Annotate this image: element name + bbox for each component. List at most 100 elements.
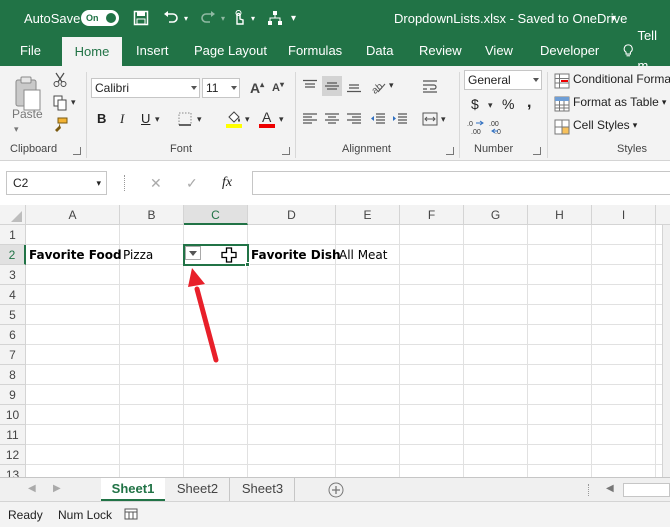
copy-icon[interactable] — [51, 94, 69, 112]
title-dropdown-icon[interactable]: ▾ — [611, 0, 616, 36]
column-header[interactable] — [656, 205, 670, 225]
tab-file[interactable]: File — [17, 36, 44, 66]
column-header[interactable]: I — [592, 205, 656, 225]
merge-center-icon[interactable] — [420, 109, 440, 129]
row-header[interactable]: 11 — [0, 425, 26, 445]
alignment-launcher-icon[interactable] — [446, 147, 454, 155]
column-header[interactable]: B — [120, 205, 184, 225]
align-middle-icon[interactable] — [322, 76, 342, 96]
row-header[interactable]: 8 — [0, 365, 26, 385]
touch-dropdown-icon[interactable]: ▾ — [251, 0, 255, 36]
underline-dropdown-icon[interactable]: ▾ — [155, 114, 160, 125]
increase-indent-icon[interactable] — [390, 109, 410, 129]
align-right-icon[interactable] — [344, 109, 364, 129]
tab-developer[interactable]: Developer — [537, 36, 602, 66]
add-sheet-icon[interactable] — [327, 481, 345, 499]
decrease-decimal-icon[interactable]: .00.0 — [489, 118, 507, 136]
conditional-formatting-button[interactable]: Conditional Forma — [573, 72, 670, 86]
number-launcher-icon[interactable] — [533, 147, 541, 155]
save-icon[interactable] — [133, 0, 149, 36]
undo-dropdown-icon[interactable]: ▾ — [184, 0, 188, 36]
row-header[interactable]: 9 — [0, 385, 26, 405]
redo-dropdown-icon[interactable]: ▾ — [221, 0, 225, 36]
column-header[interactable]: F — [400, 205, 464, 225]
cell-styles-button[interactable]: Cell Styles ▾ — [573, 118, 637, 132]
number-format-select[interactable]: General — [464, 70, 542, 90]
fill-handle[interactable] — [245, 262, 250, 267]
font-size-select[interactable]: 11 — [202, 78, 240, 98]
comma-button[interactable]: , — [527, 94, 531, 112]
align-top-icon[interactable] — [300, 76, 320, 96]
increase-decimal-icon[interactable]: .0.00 — [467, 118, 485, 136]
tab-page-layout[interactable]: Page Layout — [191, 36, 270, 66]
tab-home[interactable]: Home — [62, 37, 122, 66]
format-as-table-icon[interactable] — [554, 96, 570, 112]
scroll-sheets-right-icon[interactable]: ▶ — [53, 483, 61, 494]
merge-dropdown-icon[interactable]: ▾ — [441, 114, 446, 125]
fill-color-dropdown-icon[interactable]: ▾ — [245, 114, 250, 125]
row-header[interactable]: 7 — [0, 345, 26, 365]
horizontal-scrollbar[interactable] — [623, 483, 670, 497]
tab-view[interactable]: View — [482, 36, 516, 66]
customize-toolbar-icon[interactable]: ▾ — [291, 0, 296, 36]
sheet-tab-sheet2[interactable]: Sheet2 — [166, 478, 230, 501]
column-header[interactable]: G — [464, 205, 528, 225]
borders-icon[interactable] — [175, 109, 195, 129]
column-header[interactable]: A — [26, 205, 120, 225]
row-header[interactable]: 2 — [0, 245, 26, 265]
italic-button[interactable]: I — [120, 111, 124, 127]
tab-formulas[interactable]: Formulas — [285, 36, 345, 66]
tell-me[interactable]: Tell m — [620, 28, 670, 73]
column-header[interactable]: E — [336, 205, 400, 225]
tab-insert[interactable]: Insert — [133, 36, 172, 66]
font-color-dropdown-icon[interactable]: ▾ — [279, 114, 284, 125]
macro-record-icon[interactable] — [124, 507, 138, 521]
decrease-font-icon[interactable]: A ▾ — [272, 80, 284, 95]
align-center-icon[interactable] — [322, 109, 342, 129]
column-header[interactable]: C — [184, 205, 248, 225]
row-header[interactable]: 13 — [0, 465, 26, 477]
font-name-select[interactable]: Calibri — [91, 78, 200, 98]
bold-button[interactable]: B — [97, 111, 106, 126]
column-header[interactable]: D — [248, 205, 336, 225]
tab-data[interactable]: Data — [363, 36, 396, 66]
sheet-tab-sheet1[interactable]: Sheet1 — [101, 478, 165, 501]
scroll-sheets-left-icon[interactable]: ◀ — [28, 483, 36, 494]
cell-a2[interactable]: Favorite Food — [26, 245, 122, 265]
dropdown-list-button[interactable] — [185, 246, 201, 260]
redo-icon[interactable] — [199, 0, 217, 36]
insert-function-icon[interactable]: fx — [222, 175, 232, 191]
tab-split-handle[interactable] — [588, 484, 590, 496]
select-all-corner[interactable] — [0, 205, 26, 225]
orientation-icon[interactable]: ab — [368, 76, 388, 96]
row-header[interactable]: 6 — [0, 325, 26, 345]
vertical-scrollbar[interactable] — [662, 225, 670, 477]
name-box[interactable]: C2 ▾ — [6, 171, 107, 195]
formula-input[interactable] — [252, 171, 670, 195]
fill-color-icon[interactable] — [224, 108, 244, 130]
formula-bar-grip[interactable] — [124, 175, 126, 191]
row-header[interactable]: 4 — [0, 285, 26, 305]
row-header[interactable]: 12 — [0, 445, 26, 465]
cell-styles-icon[interactable] — [554, 119, 570, 135]
cancel-icon[interactable]: ✕ — [150, 175, 162, 192]
cut-icon[interactable] — [51, 71, 69, 89]
percent-button[interactable]: % — [502, 96, 514, 112]
cell-b2[interactable]: Pizza — [120, 245, 153, 265]
currency-button[interactable]: $ — [471, 96, 479, 112]
borders-dropdown-icon[interactable]: ▾ — [197, 114, 202, 125]
conditional-formatting-icon[interactable] — [554, 73, 570, 89]
undo-icon[interactable] — [162, 0, 180, 36]
underline-button[interactable]: U — [141, 111, 150, 126]
increase-font-icon[interactable]: A ▴ — [250, 80, 264, 97]
row-header[interactable]: 3 — [0, 265, 26, 285]
row-header[interactable]: 5 — [0, 305, 26, 325]
clipboard-launcher-icon[interactable] — [73, 147, 81, 155]
column-header[interactable]: H — [528, 205, 592, 225]
sheet-tab-sheet3[interactable]: Sheet3 — [231, 478, 295, 501]
currency-dropdown-icon[interactable]: ▾ — [488, 100, 493, 111]
row-header[interactable]: 10 — [0, 405, 26, 425]
paste-dropdown-icon[interactable]: ▾ — [14, 124, 19, 135]
copy-dropdown-icon[interactable]: ▾ — [71, 97, 76, 108]
decrease-indent-icon[interactable] — [368, 109, 388, 129]
